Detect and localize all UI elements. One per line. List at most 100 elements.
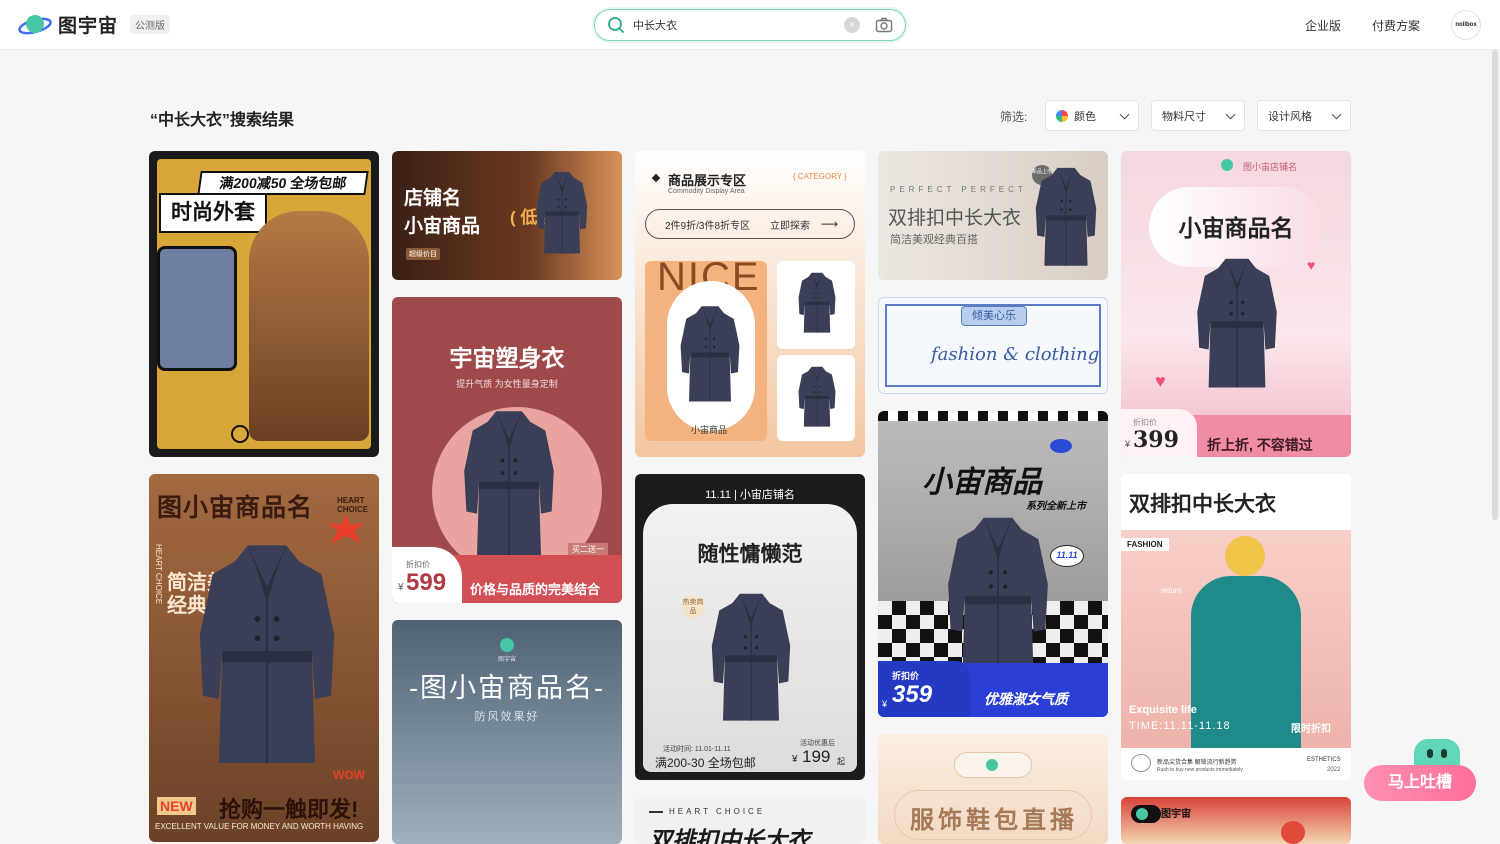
price-currency: ¥ — [792, 754, 798, 765]
template-card[interactable]: 宇宙塑身衣 提升气质 为女性量身定制 买二送一 折扣价 ¥ 599 价格与品质的… — [392, 297, 622, 603]
product-label: 小宙商品 — [691, 425, 728, 435]
coat-image — [680, 305, 740, 403]
card-title: 随性慵懒范 — [697, 543, 803, 566]
card-subtitle: 系列全新上市 — [1026, 501, 1086, 512]
card-slogan: 折上折, 不容错过 — [1207, 437, 1313, 453]
page-scrollbar[interactable] — [1492, 50, 1498, 520]
price-value: 359 — [892, 681, 933, 708]
chevron-down-icon — [1119, 109, 1130, 120]
nav-pricing-link[interactable]: 付费方案 — [1372, 17, 1420, 34]
card-title: 双排扣中长大衣 — [649, 827, 810, 844]
search-bar[interactable]: × — [594, 9, 906, 41]
template-card[interactable]: 商品展示专区 Commodity Display Area { CATEGORY… — [635, 151, 865, 457]
card-title: 双排扣中长大衣 — [888, 208, 1022, 229]
coat-image — [798, 272, 836, 333]
card-tag: 超级价目 — [406, 248, 440, 260]
template-card[interactable]: 店铺名 小宙商品 ( 低至5折! 超级价目 — [392, 151, 622, 280]
coat-image — [1196, 258, 1278, 389]
camera-search-icon[interactable] — [875, 16, 893, 39]
template-card[interactable]: 图宇宙 — [1121, 797, 1351, 844]
template-card[interactable]: 满200减50 全场包邮 时尚外套 — [149, 151, 379, 457]
filter-size-label: 物料尺寸 — [1162, 110, 1206, 123]
filter-color-dropdown[interactable]: 颜色 — [1045, 100, 1139, 131]
template-card[interactable]: 11.11 | 小宙店铺名 随性慵懒范 热卖商品 活动时间: 11.01-11.… — [635, 474, 865, 780]
card-slogan: 价格与品质的完美结合 — [470, 582, 601, 597]
filter-color-label: 颜色 — [1074, 110, 1096, 123]
filter-style-label: 设计风格 — [1268, 110, 1312, 123]
planet-icon — [1050, 439, 1072, 453]
template-card[interactable]: HEART CHOICE 双排扣中长大衣 — [635, 797, 865, 844]
card-eyebrow: HEART CHOICE — [669, 807, 766, 816]
coat-image — [711, 593, 791, 722]
logo-icon — [1221, 159, 1233, 171]
clear-search-icon[interactable]: × — [844, 17, 860, 33]
logo-icon — [1136, 808, 1148, 820]
card-subtitle: 防风效果好 — [474, 711, 540, 723]
card-title: 商品展示专区 — [668, 173, 747, 188]
price-value: 599 — [406, 569, 447, 596]
card-title: 宇宙塑身衣 — [449, 345, 565, 371]
chevron-down-icon — [1331, 109, 1342, 120]
card-logo-text: 图宇宙 — [1161, 809, 1191, 820]
coat-image — [1035, 167, 1097, 267]
beta-badge: 公测版 — [130, 15, 171, 34]
return-text: return — [1161, 586, 1182, 595]
card-title: 双排扣中长大衣 — [1129, 493, 1276, 516]
avatar[interactable]: nollbox — [1451, 10, 1481, 40]
card-banner: 图小宙商品名 — [157, 494, 314, 522]
filter-size-dropdown[interactable]: 物料尺寸 — [1151, 100, 1245, 131]
search-icon[interactable] — [607, 16, 625, 39]
card-title: 时尚外套 — [159, 193, 267, 233]
card-title: -图小宙商品名- — [409, 673, 605, 703]
time-text: TIME:11.11-11.18 — [1129, 720, 1231, 732]
cn-note: 新品尖货合集 解锁流行新趋势 — [1157, 760, 1237, 766]
limit-text: 限时折扣 — [1291, 724, 1331, 735]
card-slogan: 优雅淑女气质 — [984, 691, 1068, 707]
price-currency: ¥ — [1125, 439, 1131, 449]
feedback-button[interactable]: 马上吐槽 — [1364, 765, 1476, 801]
event-deal: 满200-30 全场包邮 — [655, 756, 756, 770]
app-name: 图宇宙 — [58, 16, 119, 37]
planet-logo-icon — [18, 12, 52, 38]
coat-image — [536, 171, 588, 254]
life-text: Exquisite life — [1129, 704, 1197, 716]
hot-badge: 热卖商品 — [681, 595, 705, 619]
template-card[interactable]: 小宙商品 系列全新上市 11.11 折扣价 ¥ 359 优雅淑女气质 — [878, 411, 1108, 717]
heart-icon: ♥ — [1307, 257, 1316, 273]
en-note: Rush to buy new products immediately — [1157, 767, 1243, 773]
new-tag: NEW — [157, 797, 196, 815]
template-card[interactable]: PERFECT PERFECT 双排扣中长大衣 简洁美观经典百搭 新品上市 — [878, 151, 1108, 280]
filter-style-dropdown[interactable]: 设计风格 — [1257, 100, 1351, 131]
top-header: 图宇宙 公测版 × 企业版 付费方案 nollbox — [0, 0, 1500, 50]
price-currency: ¥ — [398, 582, 404, 593]
card-subtitle: 提升气质 为女性量身定制 — [456, 379, 558, 389]
template-card[interactable]: 图宇宙 -图小宙商品名- 防风效果好 — [392, 620, 622, 844]
template-card[interactable]: 图小宙商品名 HEART CHOICE 简洁美观 经典百搭 HEART CHOI… — [149, 474, 379, 842]
nav-enterprise-link[interactable]: 企业版 — [1305, 17, 1341, 34]
card-footer: EXCELLENT VALUE FOR MONEY AND WORTH HAVI… — [155, 822, 364, 831]
side-text: HEART CHOICE — [154, 544, 163, 605]
brand-text: ESTHETICS — [1307, 757, 1341, 763]
logo[interactable]: 图宇宙 公测版 — [18, 11, 171, 38]
card-line1: 店铺名 — [404, 188, 462, 209]
arrow-right-icon: ⟶ — [821, 217, 839, 231]
filter-label: 筛选: — [1000, 110, 1028, 124]
card-line2: 小宙商品 — [404, 216, 481, 237]
price-value: 199 — [802, 747, 831, 766]
chevron-down-icon — [1225, 109, 1236, 120]
card-subtitle: 简洁美观经典百搭 — [890, 234, 978, 246]
template-card[interactable]: 服饰鞋包直播 — [878, 734, 1108, 844]
price-value: 399 — [1133, 427, 1179, 453]
promo-pill: 2件9折/3件8折专区 — [665, 221, 751, 232]
template-card[interactable]: 倾美心乐 fashion & clothing — [878, 297, 1108, 394]
search-input[interactable] — [633, 16, 823, 34]
shop-name: 图小宙店铺名 — [1243, 162, 1298, 172]
card-eyebrow: PERFECT PERFECT — [890, 185, 1027, 194]
explore-link: 立即探索 — [770, 221, 810, 232]
template-card[interactable]: 双排扣中长大衣 FASHION return Exquisite life TI… — [1121, 474, 1351, 780]
price-unit: 起 — [837, 757, 845, 766]
template-card[interactable]: 图小宙店铺名 小宙商品名 ♥ ♥ 折扣价 ¥ 399 折上折, 不容错过 — [1121, 151, 1351, 457]
badge-icon — [231, 425, 249, 443]
promo-banner: 满200减50 全场包邮 — [197, 171, 369, 195]
year-text: 2022 — [1327, 767, 1341, 773]
